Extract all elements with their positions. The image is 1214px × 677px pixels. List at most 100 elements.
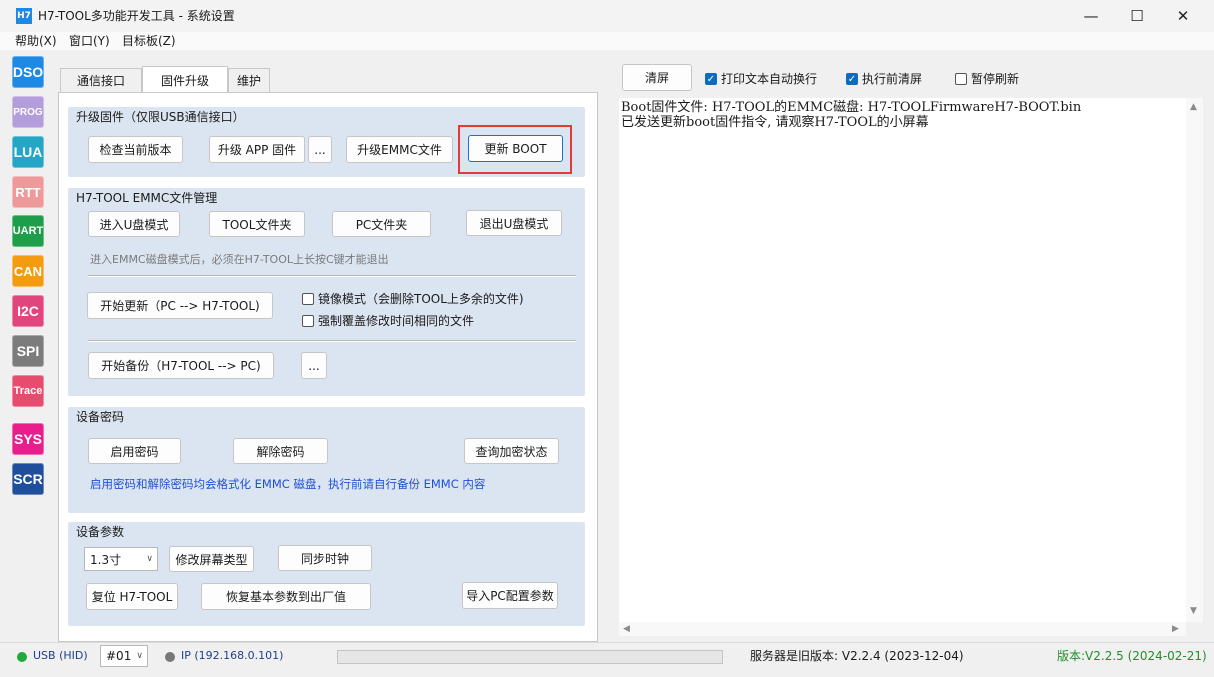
chevron-down-icon: ∨ (136, 651, 143, 661)
query-encryption-button[interactable]: 查询加密状态 (464, 438, 559, 464)
force-overwrite-box[interactable] (302, 314, 314, 327)
rail-rtt-button[interactable]: RTT (12, 176, 44, 208)
start-backup-button[interactable]: 开始备份（H7-TOOL --> PC) (88, 352, 274, 379)
mirror-mode-label: 镜像模式（会删除TOOL上多余的文件) (318, 292, 524, 306)
status-bar: USB (HID) #01 ∨ IP (192.168.0.101) 服务器是旧… (0, 642, 1214, 677)
params-group (68, 522, 585, 626)
screen-size-value: 1.3寸 (90, 552, 122, 567)
pause-refresh-box[interactable] (955, 72, 967, 85)
menu-window[interactable]: 窗口(Y) (69, 33, 110, 49)
update-boot-button[interactable]: 更新 BOOT (468, 135, 563, 162)
rail-can-label: CAN (13, 263, 43, 279)
rail-dso-button[interactable]: DSO (12, 56, 44, 88)
password-note: 启用密码和解除密码均会格式化 EMMC 磁盘，执行前请自行备份 EMMC 内容 (90, 477, 486, 491)
rail-can-button[interactable]: CAN (12, 255, 44, 287)
minimize-button[interactable]: — (1068, 0, 1114, 32)
menu-bar: 帮助(X) 窗口(Y) 目标板(Z) (0, 32, 1214, 50)
tab-maintenance[interactable]: 维护 (228, 68, 270, 92)
app-version: 版本:V2.2.5 (2024-02-21) (1057, 649, 1207, 663)
pc-folder-button[interactable]: PC文件夹 (332, 211, 431, 237)
params-group-title: 设备参数 (76, 525, 125, 539)
enter-udisk-button[interactable]: 进入U盘模式 (88, 211, 180, 237)
vertical-scrollbar[interactable]: ▲ ▼ (1186, 98, 1203, 622)
maximize-button[interactable]: ☐ (1114, 0, 1160, 32)
ip-status-icon (165, 652, 175, 662)
device-select-value: #01 (106, 649, 132, 663)
backup-browse-button[interactable]: ... (301, 352, 327, 379)
menu-target-board[interactable]: 目标板(Z) (122, 33, 176, 49)
rail-spi-label: SPI (16, 343, 40, 359)
enable-password-button[interactable]: 启用密码 (88, 438, 181, 464)
rail-sys-label: SYS (13, 431, 42, 447)
log-line: 已发送更新boot固件指令, 请观察H7-TOOL的小屏幕 (621, 115, 929, 130)
scroll-right-icon[interactable]: ▶ (1172, 624, 1179, 634)
auto-wrap-label: 打印文本自动换行 (721, 72, 818, 86)
mirror-mode-box[interactable] (302, 292, 314, 305)
screen-size-select[interactable]: 1.3寸 ∨ (84, 547, 158, 571)
rail-prog-label: PROG (13, 106, 43, 118)
clear-screen-button[interactable]: 清屏 (622, 64, 692, 91)
emmc-hint: 进入EMMC磁盘模式后，必须在H7-TOOL上长按C键才能退出 (90, 253, 389, 266)
rail-prog-button[interactable]: PROG (12, 96, 44, 128)
upgrade-emmc-button[interactable]: 升级EMMC文件 (346, 136, 453, 163)
tab-comm-interface[interactable]: 通信接口 (60, 68, 142, 92)
sync-clock-button[interactable]: 同步时钟 (278, 545, 372, 571)
scroll-left-icon[interactable]: ◀ (623, 624, 630, 634)
title-bar: H7 H7-TOOL多功能开发工具 - 系统设置 — ☐ ✕ (0, 0, 1214, 32)
pause-refresh-label: 暂停刷新 (971, 72, 1020, 86)
scroll-down-icon[interactable]: ▼ (1190, 606, 1197, 616)
scroll-up-icon[interactable]: ▲ (1190, 102, 1197, 112)
check-version-button[interactable]: 检查当前版本 (88, 136, 183, 163)
start-update-button[interactable]: 开始更新（PC --> H7-TOOL) (87, 292, 273, 319)
rail-dso-label: DSO (12, 64, 44, 80)
mirror-mode-checkbox[interactable]: 镜像模式（会删除TOOL上多余的文件) (302, 290, 524, 307)
rail-uart-label: UART (12, 225, 44, 237)
usb-status-icon (17, 652, 27, 662)
separator (88, 340, 576, 342)
log-output[interactable] (619, 98, 1186, 622)
reset-tool-button[interactable]: 复位 H7-TOOL (86, 583, 178, 610)
log-line: Boot固件文件: H7-TOOL的EMMC磁盘: H7-TOOLFirmwar… (621, 100, 1082, 115)
rail-i2c-button[interactable]: I2C (12, 295, 44, 327)
force-overwrite-label: 强制覆盖修改时间相同的文件 (318, 314, 475, 328)
tool-folder-button[interactable]: TOOL文件夹 (209, 211, 305, 237)
clear-before-checkbox[interactable]: ✓ 执行前清屏 (846, 70, 922, 87)
upgrade-app-button[interactable]: 升级 APP 固件 (209, 136, 305, 163)
tab-firmware-upgrade[interactable]: 固件升级 (142, 66, 228, 93)
rail-i2c-label: I2C (17, 303, 39, 319)
rail-scr-button[interactable]: SCR (12, 463, 44, 495)
password-group-title: 设备密码 (76, 410, 125, 424)
chevron-down-icon: ∨ (146, 554, 153, 564)
clear-before-box[interactable]: ✓ (846, 72, 858, 85)
server-version: 服务器是旧版本: V2.2.4 (2023-12-04) (750, 649, 964, 663)
rail-sys-button[interactable]: SYS (12, 423, 44, 455)
rail-trace-button[interactable]: Trace (12, 375, 44, 407)
window-title: H7-TOOL多功能开发工具 - 系统设置 (38, 9, 235, 23)
firmware-group-title: 升级固件（仅限USB通信接口） (76, 110, 245, 124)
pause-refresh-checkbox[interactable]: 暂停刷新 (955, 70, 1019, 87)
rail-spi-button[interactable]: SPI (12, 335, 44, 367)
auto-wrap-checkbox[interactable]: ✓ 打印文本自动换行 (705, 70, 817, 87)
change-screen-button[interactable]: 修改屏幕类型 (169, 546, 254, 572)
import-pc-config-button[interactable]: 导入PC配置参数 (462, 582, 558, 609)
exit-udisk-button[interactable]: 退出U盘模式 (466, 210, 562, 236)
ip-status: IP (192.168.0.101) (181, 649, 284, 662)
menu-help[interactable]: 帮助(X) (15, 33, 57, 49)
rail-rtt-label: RTT (15, 184, 41, 200)
rail-scr-label: SCR (13, 471, 43, 487)
usb-status: USB (HID) (33, 649, 88, 662)
device-select[interactable]: #01 ∨ (100, 645, 148, 667)
rail-lua-button[interactable]: LUA (12, 136, 44, 168)
emmc-group-title: H7-TOOL EMMC文件管理 (76, 191, 218, 205)
horizontal-scrollbar[interactable]: ◀ ▶ (619, 622, 1186, 636)
auto-wrap-box[interactable]: ✓ (705, 72, 717, 85)
rail-lua-label: LUA (13, 144, 43, 160)
rail-trace-label: Trace (13, 385, 43, 397)
close-button[interactable]: ✕ (1160, 0, 1206, 32)
disable-password-button[interactable]: 解除密码 (233, 438, 328, 464)
app-browse-button[interactable]: ... (308, 136, 332, 163)
app-icon: H7 (16, 8, 32, 24)
restore-default-button[interactable]: 恢复基本参数到出厂值 (201, 583, 371, 610)
force-overwrite-checkbox[interactable]: 强制覆盖修改时间相同的文件 (302, 312, 474, 329)
rail-uart-button[interactable]: UART (12, 215, 44, 247)
